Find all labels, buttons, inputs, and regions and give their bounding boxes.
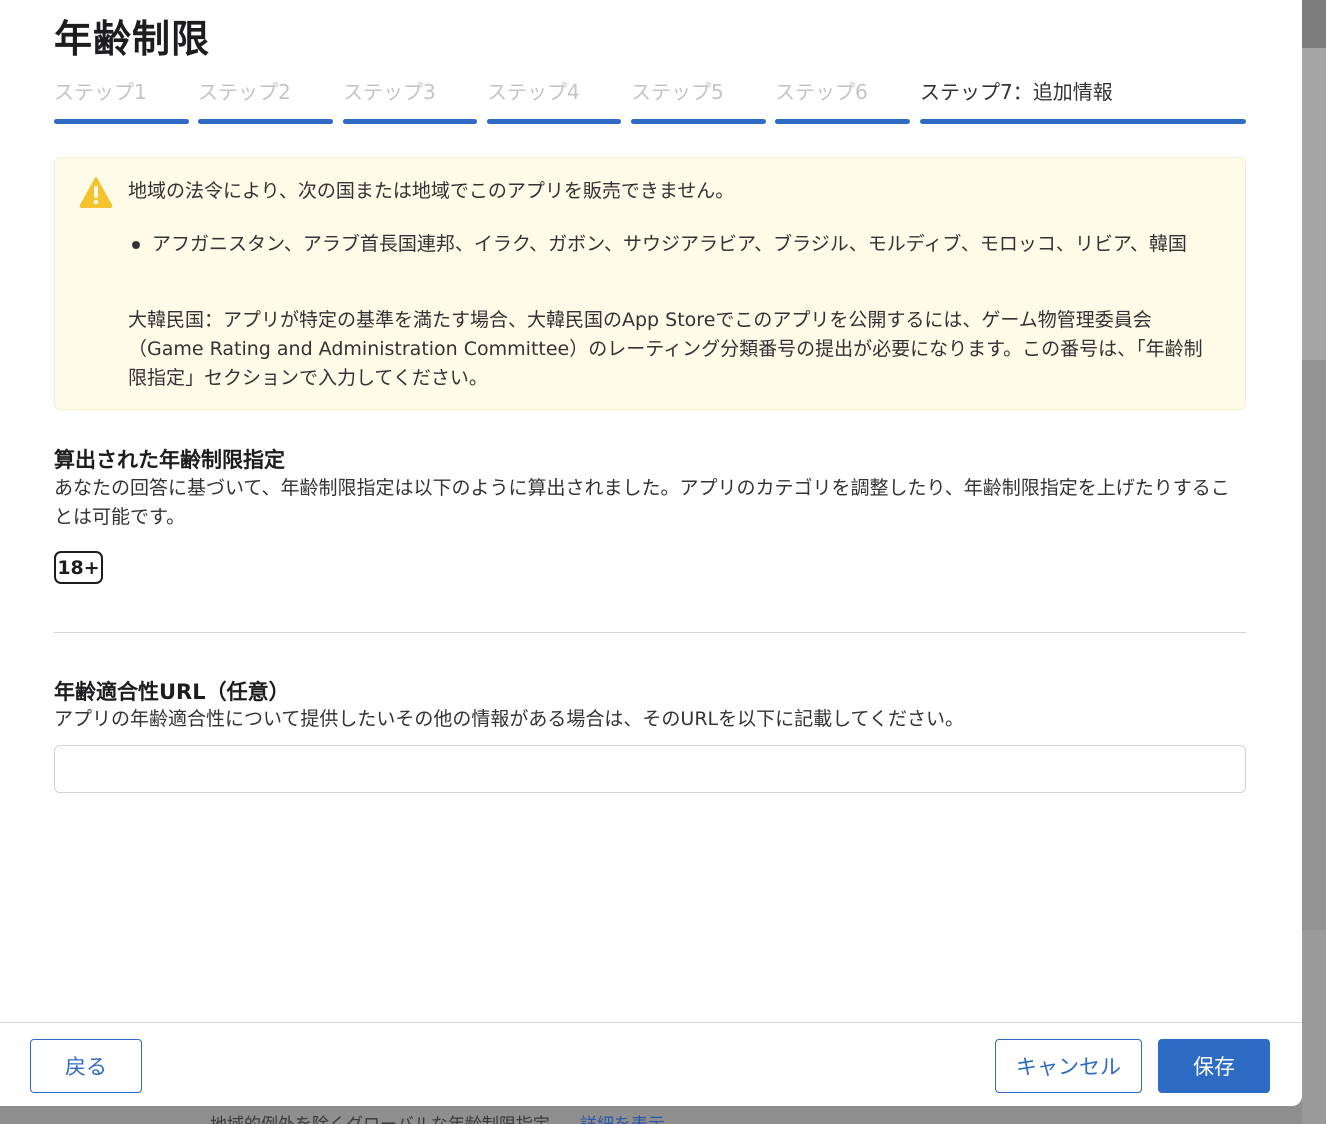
- backdrop-bottom-edge: 地域的例外を除くグローバルな年齢制限指定詳細を表示: [0, 1106, 1302, 1124]
- step-bar: [775, 119, 910, 124]
- step-bar: [920, 119, 1246, 124]
- step-label: ステップ3: [343, 80, 436, 104]
- step-5[interactable]: ステップ5: [631, 74, 766, 126]
- dialog-footer: 戻る キャンセル 保存: [0, 1022, 1302, 1106]
- step-label: ステップ6: [775, 80, 868, 104]
- step-bar: [487, 119, 621, 124]
- bullet-point: [132, 241, 140, 249]
- step-6[interactable]: ステップ6: [775, 74, 910, 126]
- back-button[interactable]: 戻る: [30, 1039, 142, 1093]
- cancel-button[interactable]: キャンセル: [995, 1039, 1142, 1093]
- age-suitability-url-input[interactable]: [54, 745, 1246, 793]
- step-bar: [198, 119, 333, 124]
- backdrop-right-edge: [1302, 0, 1326, 1124]
- step-bar: [343, 119, 477, 124]
- age-rating-dialog: 年齢制限 ステップ1 ステップ2 ステップ3 ステップ4 ステップ5 ステップ6…: [0, 0, 1302, 1106]
- korea-rating-note: 大韓民国：アプリが特定の基準を満たす場合、大韓民国のApp Storeでこのアプ…: [128, 309, 1203, 389]
- step-1[interactable]: ステップ1: [54, 74, 189, 126]
- step-2[interactable]: ステップ2: [198, 74, 333, 126]
- notice-message: 地域の法令により、次の国または地域でこのアプリを販売できません。: [128, 180, 735, 202]
- regional-restriction-notice: 地域の法令により、次の国または地域でこのアプリを販売できません。 アフガニスタン…: [54, 157, 1246, 410]
- step-label: ステップ2: [198, 80, 291, 104]
- step-label: ステップ1: [54, 80, 147, 104]
- background-partial-text: 地域的例外を除くグローバルな年齢制限指定詳細を表示: [210, 1110, 665, 1124]
- age-url-description: アプリの年齢適合性について提供したいその他の情報がある場合は、そのURLを以下に…: [54, 708, 964, 730]
- background-details-link: 詳細を表示: [580, 1115, 665, 1124]
- calculated-rating-title: 算出された年齢制限指定: [54, 448, 285, 472]
- step-7[interactable]: ステップ7：追加情報: [920, 74, 1246, 126]
- step-bar: [54, 119, 189, 124]
- step-label: ステップ7：追加情報: [920, 80, 1113, 104]
- step-bar: [631, 119, 766, 124]
- restricted-countries-list: アフガニスタン、アラブ首長国連邦、イラク、ガボン、サウジアラビア、ブラジル、モル…: [152, 233, 1187, 255]
- save-button[interactable]: 保存: [1158, 1039, 1270, 1093]
- step-progress: ステップ1 ステップ2 ステップ3 ステップ4 ステップ5 ステップ6 ステップ…: [54, 74, 1246, 126]
- section-divider: [54, 632, 1246, 633]
- calculated-rating-description: あなたの回答に基づいて、年齢制限指定は以下のように算出されました。アプリのカテゴ…: [54, 477, 1230, 528]
- step-4[interactable]: ステップ4: [487, 74, 621, 126]
- step-3[interactable]: ステップ3: [343, 74, 477, 126]
- age-url-title: 年齢適合性URL（任意）: [54, 680, 290, 704]
- step-label: ステップ5: [631, 80, 724, 104]
- age-rating-badge: 18+: [54, 551, 103, 584]
- dialog-title: 年齢制限: [54, 17, 211, 61]
- step-label: ステップ4: [487, 80, 580, 104]
- warning-icon: [79, 177, 113, 208]
